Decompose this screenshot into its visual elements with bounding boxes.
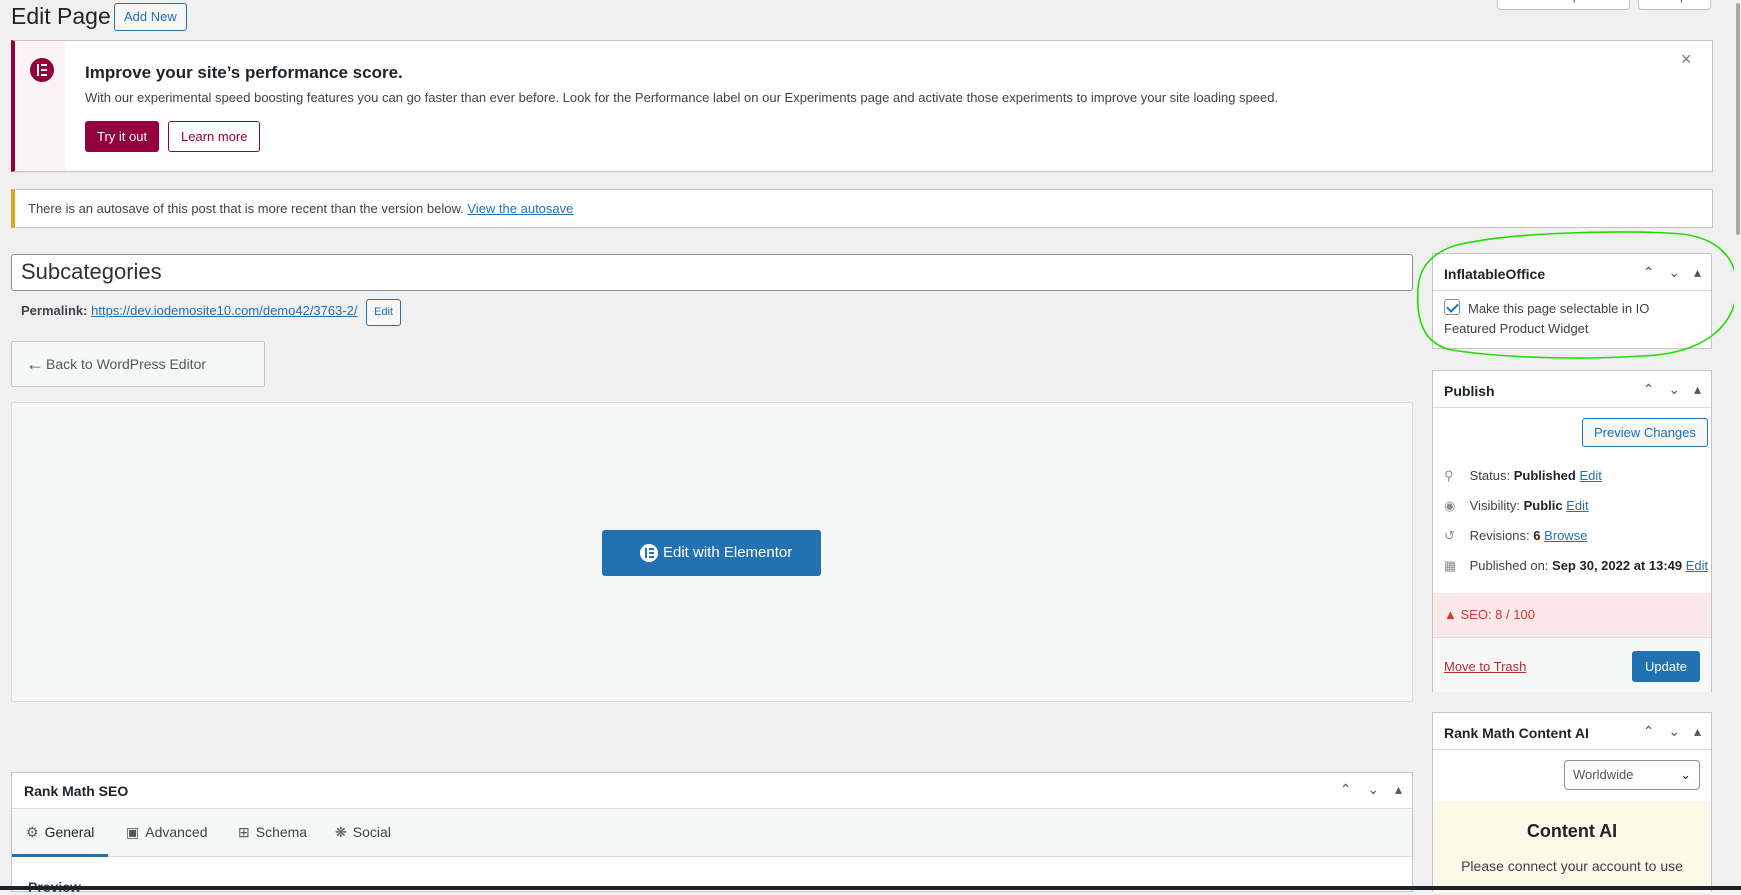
eye-icon: ◉ xyxy=(1444,498,1456,513)
move-down-icon[interactable]: ⌄ xyxy=(1367,781,1379,798)
published-value: Sep 30, 2022 at 13:49 xyxy=(1552,558,1683,573)
update-button[interactable]: Update xyxy=(1632,651,1700,682)
preview-changes-button[interactable]: Preview Changes xyxy=(1582,418,1708,447)
move-down-icon[interactable]: ⌄ xyxy=(1668,723,1680,739)
tab-advanced-label: Advanced xyxy=(145,824,208,840)
status-edit-link[interactable]: Edit xyxy=(1579,468,1601,483)
screen-options-tab[interactable]: Screen Options xyxy=(1497,0,1630,10)
published-label: Published on: xyxy=(1469,558,1549,573)
notice-text: With our experimental speed boosting fea… xyxy=(85,90,1279,105)
status-label: Status: xyxy=(1469,468,1511,483)
move-to-trash-link[interactable]: Move to Trash xyxy=(1444,659,1526,674)
content-ai-box: Rank Math Content AI ⌃ ⌄ ▴ Worldwide ⌄ C… xyxy=(1432,712,1712,893)
region-select[interactable]: Worldwide ⌄ xyxy=(1564,760,1700,790)
published-edit-link[interactable]: Edit xyxy=(1686,558,1708,573)
view-autosave-link[interactable]: View the autosave xyxy=(467,201,573,216)
tab-advanced[interactable]: ▣ Advanced xyxy=(126,809,208,857)
elementor-icon xyxy=(640,544,658,562)
calendar-icon: ▦ xyxy=(1444,558,1457,573)
tab-schema-label: Schema xyxy=(255,824,308,840)
status-row: ⚲ Status: Published Edit xyxy=(1444,468,1602,484)
revisions-value: 6 xyxy=(1533,528,1541,543)
permalink-edit-button[interactable]: Edit xyxy=(366,299,401,326)
elementor-button-label: Edit with Elementor xyxy=(663,544,793,561)
rank-math-title: Rank Math SEO xyxy=(24,783,129,799)
tab-general-label: General xyxy=(44,824,95,840)
collapse-icon[interactable]: ▴ xyxy=(1694,381,1701,397)
scrollbar-thumb[interactable] xyxy=(1736,3,1740,235)
content-ai-panel: Content AI Please connect your account t… xyxy=(1433,801,1711,893)
share-icon: ❋ xyxy=(335,824,347,840)
publish-box: Publish ⌃ ⌄ ▴ Preview Changes ⚲ Status: … xyxy=(1432,370,1712,692)
taskbar-edge xyxy=(0,886,1741,890)
visibility-value: Public xyxy=(1523,498,1563,513)
try-it-out-button[interactable]: Try it out xyxy=(85,121,160,152)
collapse-icon[interactable]: ▴ xyxy=(1395,781,1402,798)
pin-icon: ⚲ xyxy=(1444,468,1454,483)
permalink: Permalink: https://dev.iodemosite10.com/… xyxy=(21,303,358,318)
autosave-notice: There is an autosave of this post that i… xyxy=(11,189,1713,228)
tab-general[interactable]: ⚙ General xyxy=(12,809,109,857)
publish-title: Publish xyxy=(1444,383,1495,399)
toolbox-icon: ▣ xyxy=(126,824,140,840)
notice-title: Improve your site’s performance score. xyxy=(85,63,403,82)
seo-score-row[interactable]: ▲ SEO: 8 / 100 xyxy=(1433,593,1711,637)
move-down-icon[interactable]: ⌄ xyxy=(1668,381,1680,397)
learn-more-button[interactable]: Learn more xyxy=(168,121,261,152)
published-on-row: ▦ Published on: Sep 30, 2022 at 13:49 Ed… xyxy=(1444,558,1708,574)
revisions-label: Revisions: xyxy=(1469,528,1530,543)
add-new-button[interactable]: Add New xyxy=(114,3,187,31)
performance-notice: Improve your site’s performance score. W… xyxy=(11,40,1713,172)
content-ai-title: Content AI xyxy=(1526,821,1618,841)
edit-with-elementor-button[interactable]: Edit with Elementor xyxy=(602,530,821,576)
revisions-browse-link[interactable]: Browse xyxy=(1544,528,1587,543)
notice-icon-area xyxy=(15,41,65,171)
chevron-down-icon: ⌄ xyxy=(1680,767,1691,782)
post-title-input[interactable]: Subcategories xyxy=(11,254,1413,291)
visibility-label: Visibility: xyxy=(1469,498,1520,513)
back-button-label: Back to WordPress Editor xyxy=(46,356,207,372)
annotation-circle xyxy=(1416,231,1738,359)
tab-social[interactable]: ❋ Social xyxy=(335,809,391,857)
rank-math-tabs: ⚙ General ▣ Advanced ⊞ Schema ❋ Social xyxy=(12,809,1412,857)
back-to-wordpress-editor-button[interactable]: ← Back to WordPress Editor xyxy=(11,341,265,387)
visibility-edit-link[interactable]: Edit xyxy=(1566,498,1588,513)
gear-icon: ⚙ xyxy=(26,824,39,840)
close-icon[interactable]: × xyxy=(1681,49,1692,70)
page-title: Edit Page xyxy=(11,3,111,29)
move-up-icon[interactable]: ⌃ xyxy=(1340,781,1352,798)
arrow-left-icon: ← xyxy=(26,354,44,374)
content-ai-text: Please connect your account to use xyxy=(1461,858,1683,874)
move-up-icon[interactable]: ⌃ xyxy=(1643,723,1655,739)
autosave-text: There is an autosave of this post that i… xyxy=(28,201,464,216)
move-up-icon[interactable]: ⌃ xyxy=(1643,381,1655,397)
rank-math-icon: ▲ xyxy=(1444,607,1457,622)
permalink-label: Permalink: xyxy=(21,303,88,318)
status-value: Published xyxy=(1513,468,1576,483)
seo-score: SEO: 8 / 100 xyxy=(1460,607,1535,622)
elementor-logo-icon xyxy=(30,58,54,82)
help-tab[interactable]: Help xyxy=(1638,0,1711,10)
tab-schema[interactable]: ⊞ Schema xyxy=(238,809,307,857)
revisions-row: ↺ Revisions: 6 Browse xyxy=(1444,528,1587,544)
collapse-icon[interactable]: ▴ xyxy=(1694,723,1701,739)
visibility-row: ◉ Visibility: Public Edit xyxy=(1444,498,1589,514)
rank-math-seo-box: Rank Math SEO ⌃ ⌄ ▴ ⚙ General ▣ Advanced ⊞… xyxy=(11,772,1413,895)
rank-math-header: Rank Math SEO ⌃ ⌄ ▴ xyxy=(12,773,1412,809)
history-icon: ↺ xyxy=(1444,528,1455,543)
tab-social-label: Social xyxy=(352,824,391,840)
content-ai-box-title: Rank Math Content AI xyxy=(1444,725,1589,741)
publish-actions: Move to Trash Update xyxy=(1433,637,1711,692)
permalink-url[interactable]: https://dev.iodemosite10.com/demo42/3763… xyxy=(91,303,357,318)
cart-icon: ⊞ xyxy=(238,824,250,840)
region-value: Worldwide xyxy=(1573,767,1634,782)
